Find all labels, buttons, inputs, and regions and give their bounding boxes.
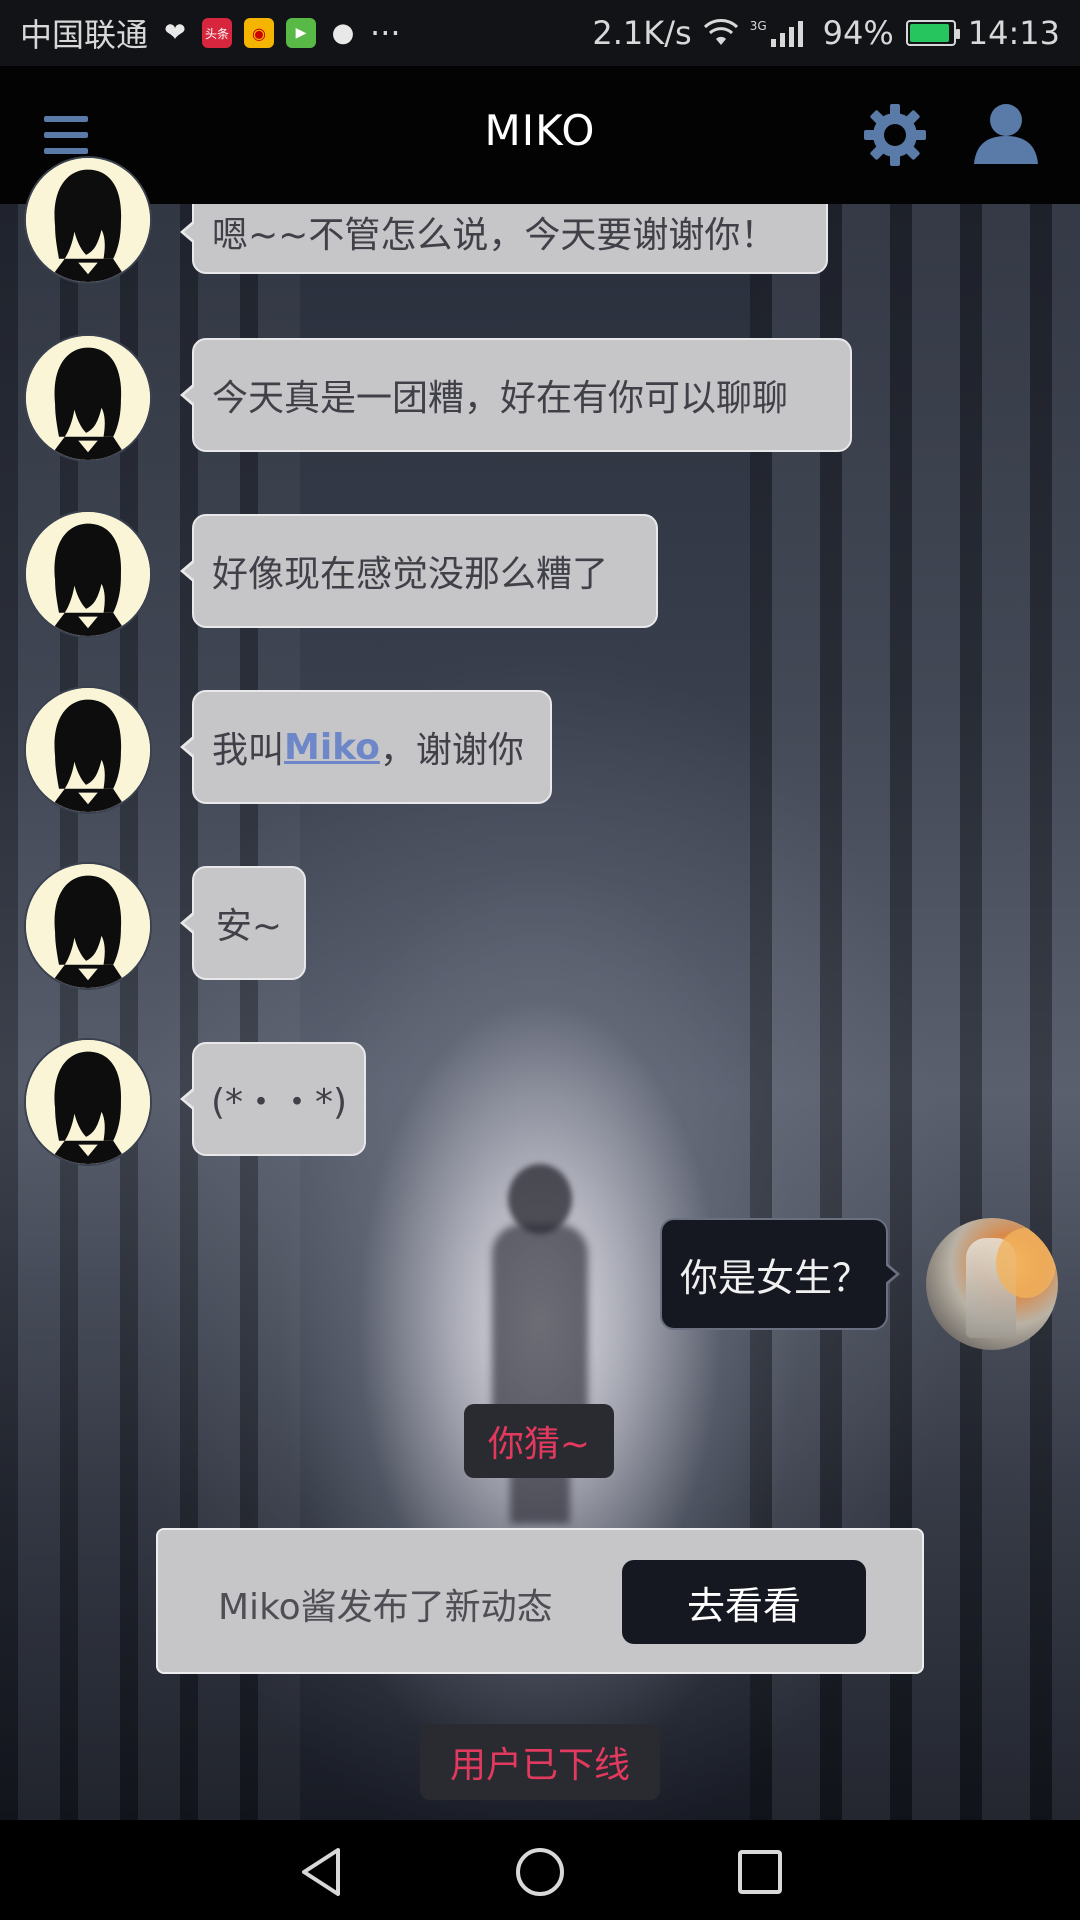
typing-hint-tag: 你猜~ [464, 1404, 614, 1478]
short-hair-girl-silhouette-icon [26, 158, 150, 282]
short-hair-girl-silhouette-icon [26, 688, 150, 812]
message-text: 你是女生？ [680, 1255, 871, 1300]
status-right: 2.1K/s 3G 94% 14:13 [592, 14, 1060, 52]
message-text: 安~ [215, 906, 283, 947]
miko-avatar[interactable] [24, 156, 152, 284]
wifi-icon [703, 19, 738, 45]
miko-message-bubble: (*・・*) [180, 1042, 366, 1156]
miko-avatar[interactable] [24, 510, 152, 638]
system-navigation-bar [0, 1820, 1080, 1920]
user-avatar[interactable] [926, 1218, 1058, 1350]
message-text: 好像现在感觉没那么糟了 [212, 554, 609, 595]
message-text-prefix: 我叫 [212, 730, 285, 771]
message-text: (*・・*) [210, 1082, 348, 1123]
video-app-icon: ▶ [286, 18, 317, 48]
network-speed: 2.1K/s [592, 14, 692, 52]
miko-avatar[interactable] [24, 1038, 152, 1166]
short-hair-girl-silhouette-icon [26, 512, 150, 636]
battery-icon [905, 20, 960, 46]
app-header: MIKO [0, 66, 1080, 204]
short-hair-girl-silhouette-icon [26, 1040, 150, 1164]
short-hair-girl-silhouette-icon [26, 864, 150, 988]
typing-hint-text: 你猜~ [487, 1424, 591, 1465]
short-hair-girl-silhouette-icon [26, 336, 150, 460]
weibo-app-icon: ◉ [244, 18, 275, 48]
miko-avatar[interactable] [24, 686, 152, 814]
gear-icon[interactable] [862, 102, 928, 168]
notice-text: Miko酱发布了新动态 [218, 1587, 553, 1628]
new-post-notice-card: Miko酱发布了新动态 去看看 [156, 1528, 924, 1674]
battery-fill [909, 24, 950, 42]
go-see-button[interactable]: 去看看 [622, 1560, 866, 1644]
message-text: 今天真是一团糟，好在有你可以聊聊 [212, 378, 789, 419]
status-left: 中国联通 ❤ 头条 ◉ ▶ ● ··· [20, 10, 401, 56]
health-heart-icon: ❤ [164, 18, 186, 48]
recent-square-icon[interactable] [732, 1844, 788, 1900]
miko-name-link[interactable]: Miko [284, 727, 380, 768]
battery-percent: 94% [822, 14, 894, 52]
toutiao-app-icon: 头条 [202, 18, 233, 48]
miko-message-bubble: 安~ [180, 866, 306, 980]
message-bubble-icon: ● [331, 18, 355, 48]
miko-message-bubble: 今天真是一团糟，好在有你可以聊聊 [180, 338, 852, 452]
message-text-suffix: ，谢谢你 [379, 730, 524, 771]
miko-avatar[interactable] [24, 334, 152, 462]
user-offline-status: 用户已下线 [420, 1724, 660, 1800]
user-icon[interactable] [970, 102, 1042, 168]
home-circle-icon[interactable] [512, 1844, 568, 1900]
message-text: 嗯~~不管怎么说，今天要谢谢你！ [212, 215, 777, 256]
clock: 14:13 [967, 14, 1060, 52]
more-notifications-icon: ··· [370, 14, 401, 52]
status-bar: 中国联通 ❤ 头条 ◉ ▶ ● ··· 2.1K/s 3G 94% 14:13 [0, 0, 1080, 66]
miko-message-bubble: 我叫 Miko ，谢谢你 [180, 690, 552, 804]
user-message-bubble: 你是女生？ [660, 1218, 900, 1330]
miko-message-bubble: 好像现在感觉没那么糟了 [180, 514, 658, 628]
signal-strength-icon [770, 21, 803, 47]
back-triangle-icon[interactable] [294, 1844, 350, 1900]
carrier-name: 中国联通 [20, 16, 149, 54]
network-type: 3G [749, 19, 767, 33]
miko-avatar[interactable] [24, 862, 152, 990]
